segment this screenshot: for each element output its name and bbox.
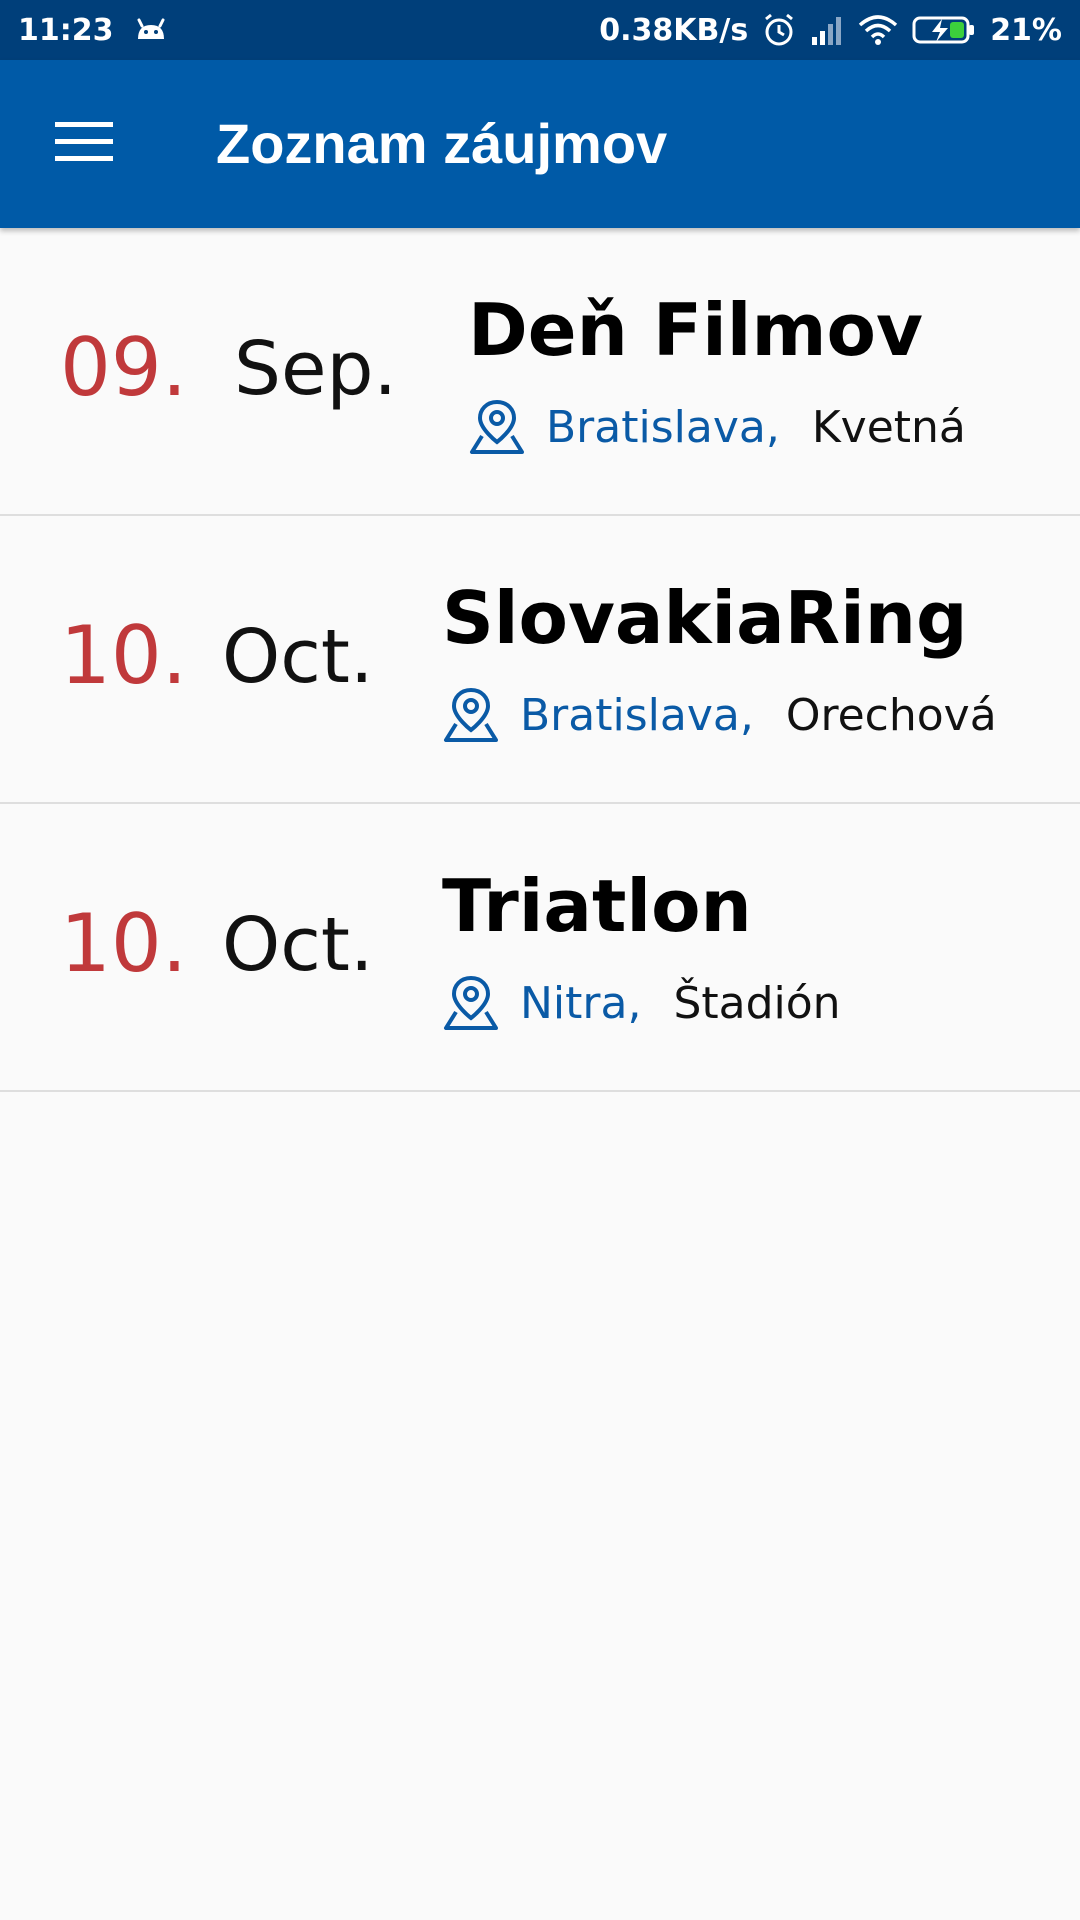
event-month: Sep. — [234, 326, 397, 412]
event-city: Bratislava, — [546, 401, 780, 453]
event-month: Oct. — [222, 902, 374, 988]
android-notification-icon — [134, 17, 168, 43]
event-title: SlovakiaRing — [442, 576, 968, 660]
event-day: 09. — [60, 321, 188, 414]
event-location: Bratislava, Kvetná — [468, 398, 966, 456]
event-list-item[interactable]: 10. Oct. Triatlon Nitra, Štadión — [0, 804, 1080, 1092]
event-location: Nitra, Štadión — [442, 974, 841, 1032]
event-list-item[interactable]: 10. Oct. SlovakiaRing Bratislava, Orecho… — [0, 516, 1080, 804]
map-pin-icon — [468, 398, 526, 456]
status-bar: 11:23 0.38KB/s 21% — [0, 0, 1080, 60]
page-title: Zoznam záujmov — [216, 112, 668, 175]
status-bar-right: 0.38KB/s 21% — [599, 13, 1062, 48]
app-bar: Zoznam záujmov — [0, 60, 1080, 228]
signal-icon — [810, 15, 844, 45]
menu-button[interactable] — [36, 100, 132, 188]
event-title: Deň Filmov — [468, 288, 923, 372]
event-list: 09. Sep. Deň Filmov Bratislava, Kvetná 1… — [0, 228, 1080, 1092]
hamburger-menu-icon — [55, 121, 113, 168]
map-pin-icon — [442, 686, 500, 744]
map-pin-icon — [442, 974, 500, 1032]
event-city: Bratislava, — [520, 689, 754, 741]
wifi-icon — [858, 15, 898, 45]
battery-percent: 21% — [990, 12, 1062, 48]
event-city: Nitra, — [520, 977, 642, 1029]
event-day: 10. — [60, 609, 188, 702]
network-speed: 0.38KB/s — [599, 12, 749, 48]
battery-charging-icon — [912, 15, 976, 45]
event-list-item[interactable]: 09. Sep. Deň Filmov Bratislava, Kvetná — [0, 228, 1080, 516]
event-street: Štadión — [673, 977, 841, 1029]
event-street: Kvetná — [811, 401, 966, 453]
event-month: Oct. — [222, 614, 374, 700]
event-location: Bratislava, Orechová — [442, 686, 997, 744]
event-title: Triatlon — [442, 864, 752, 948]
status-time: 11:23 — [18, 12, 114, 48]
alarm-icon — [762, 13, 796, 47]
event-day: 10. — [60, 897, 188, 990]
event-street: Orechová — [785, 689, 997, 741]
status-bar-left: 11:23 — [18, 13, 168, 48]
